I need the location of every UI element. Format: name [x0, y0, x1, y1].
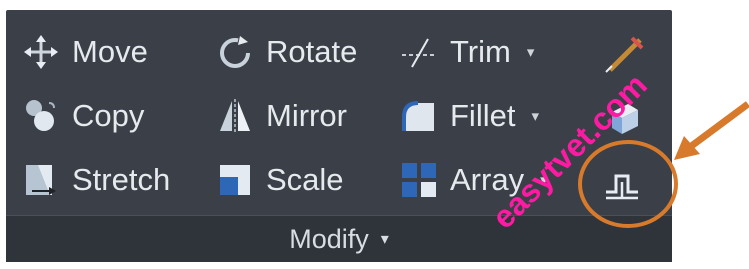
stretch-label: Stretch: [72, 162, 171, 197]
array-icon: [402, 163, 436, 197]
panel-title-bar[interactable]: Modify ▾: [6, 215, 672, 262]
mirror-label: Mirror: [266, 98, 347, 133]
rotate-icon: [220, 36, 250, 68]
trim-dropdown[interactable]: ▾: [527, 43, 535, 61]
pointer-arrow-icon: [674, 101, 749, 160]
mirror-icon: [220, 99, 250, 133]
blend-icon[interactable]: [602, 96, 646, 140]
array-label: Array: [450, 162, 525, 197]
highlight-circle: [578, 140, 678, 228]
copy-label: Copy: [72, 98, 145, 133]
fillet-label: Fillet: [450, 98, 516, 133]
trim-button[interactable]: Trim ▾: [400, 30, 534, 74]
stretch-button[interactable]: Stretch: [22, 158, 170, 202]
modify-panel: Move Rotate Trim ▾ Copy Mirror Fillet ▾ …: [6, 10, 672, 262]
trim-icon: [402, 38, 436, 68]
rotate-label: Rotate: [266, 34, 358, 69]
scale-icon: [220, 165, 250, 195]
stretch-icon: [26, 165, 56, 195]
fillet-dropdown[interactable]: ▾: [531, 107, 539, 125]
move-label: Move: [72, 34, 148, 69]
edit-brush-icon[interactable]: [602, 32, 646, 76]
copy-icon: [26, 100, 55, 131]
copy-button[interactable]: Copy: [22, 94, 144, 138]
move-icon: [24, 35, 58, 69]
move-button[interactable]: Move: [22, 30, 148, 74]
fillet-button[interactable]: Fillet ▾: [400, 94, 539, 138]
panel-expand-icon[interactable]: ▾: [381, 229, 389, 249]
panel-title: Modify: [289, 223, 369, 254]
array-button[interactable]: Array ▾: [400, 158, 548, 202]
fillet-icon: [402, 101, 434, 131]
array-dropdown[interactable]: ▾: [540, 171, 548, 189]
trim-label: Trim: [450, 34, 511, 69]
scale-label: Scale: [266, 162, 344, 197]
rotate-button[interactable]: Rotate: [216, 30, 357, 74]
mirror-button[interactable]: Mirror: [216, 94, 347, 138]
scale-button[interactable]: Scale: [216, 158, 344, 202]
